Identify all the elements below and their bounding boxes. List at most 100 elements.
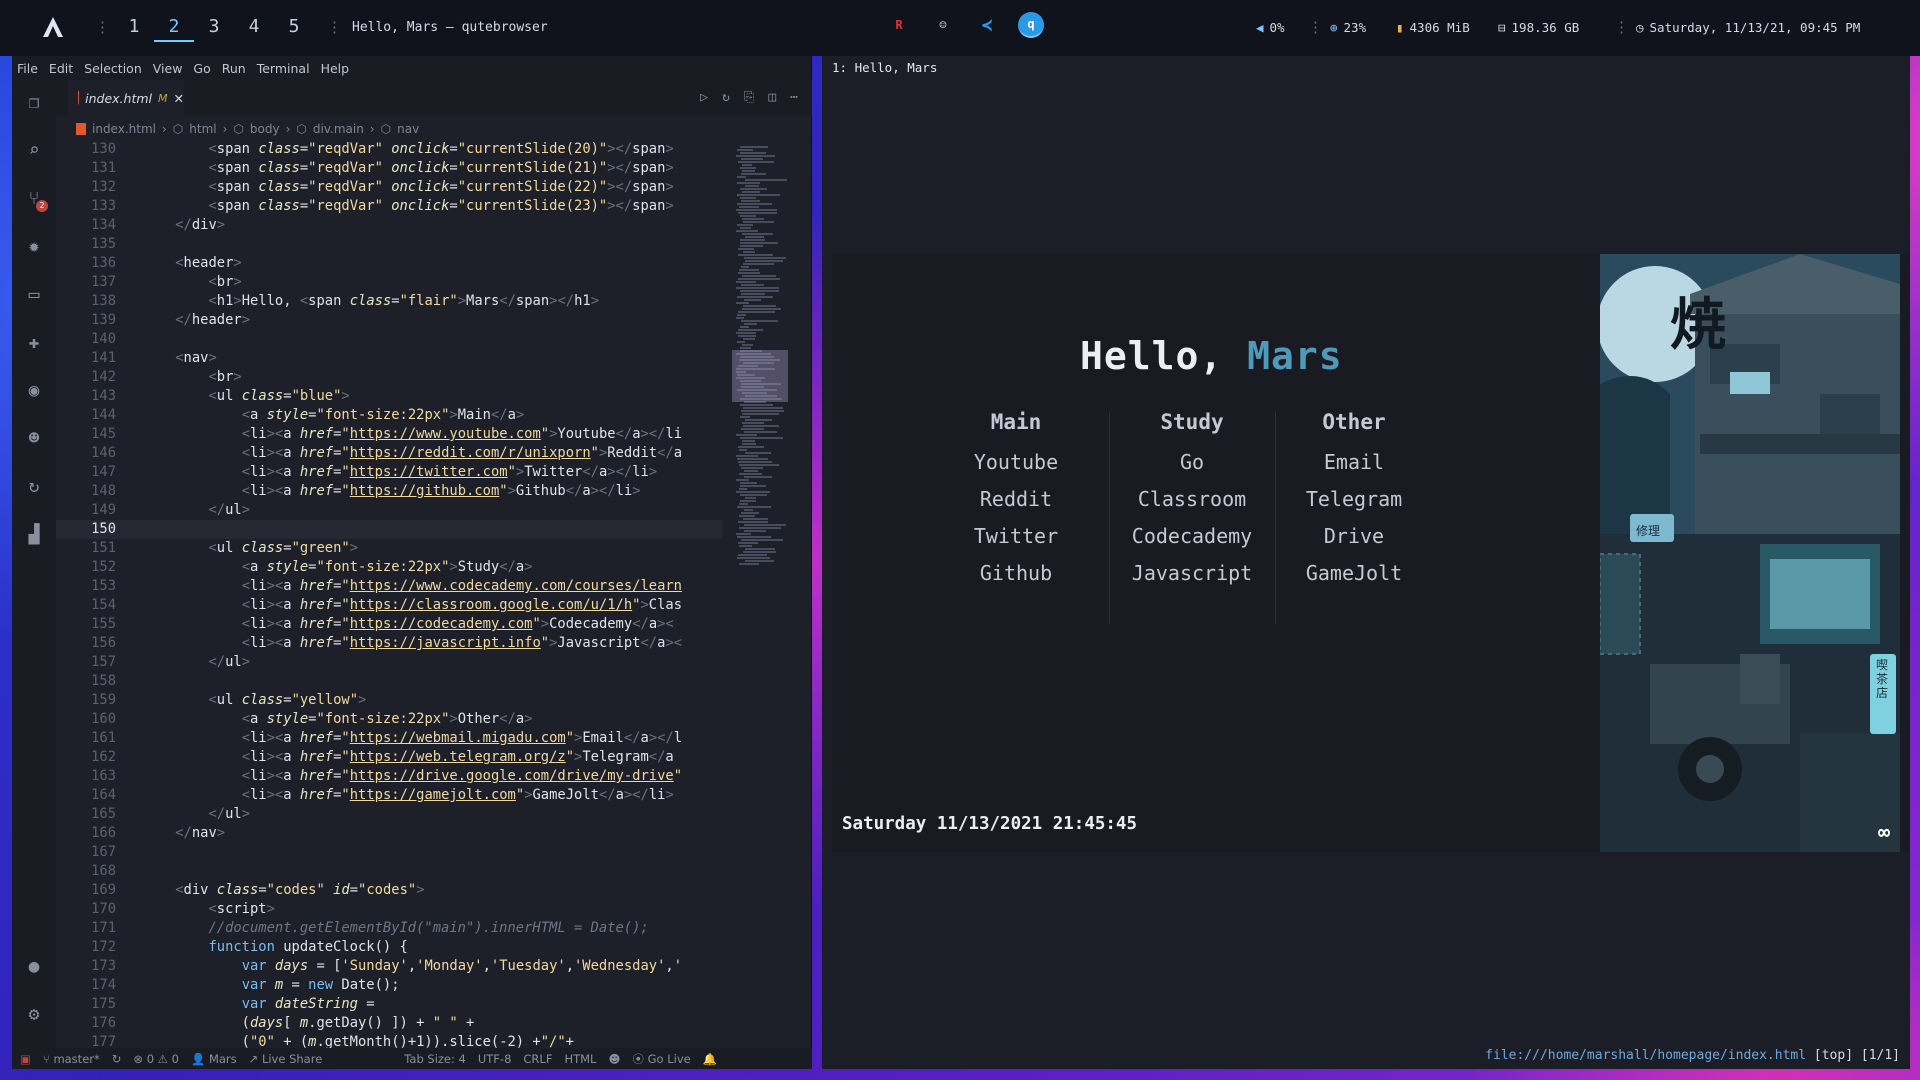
minimap-line [744,509,753,511]
code-line: 167 [91,844,116,860]
pixel-art-scene: 焼 [1600,254,1900,852]
link-drive[interactable]: Drive [1294,518,1414,555]
minimap-line [743,551,776,553]
nav-study: Study Go Classroom Codecademy Javascript [1122,410,1262,592]
bell-icon[interactable]: 🔔 [703,1052,717,1066]
heading-prefix: Hello, [1080,334,1248,378]
docker-icon[interactable]: ▟ [22,522,46,546]
page-url[interactable]: file:///home/marshall/homepage/index.htm… [1485,1048,1806,1063]
menu-file[interactable]: File [17,61,38,76]
compare-icon[interactable]: ⎘ [744,90,754,105]
minimap[interactable] [732,140,798,980]
discord-icon[interactable]: ☺ [930,12,956,38]
workspace-1[interactable]: 1 [114,16,154,42]
go-live-status[interactable]: ⦿ Go Live [632,1051,690,1067]
link-javascript[interactable]: Javascript [1122,555,1262,592]
crumb-html[interactable]: html [189,122,216,136]
code-line: 173 var days = ['Sunday','Monday','Tuesd… [91,958,682,974]
link-codecademy[interactable]: Codecademy [1122,518,1262,555]
workspace-3[interactable]: 3 [194,16,234,42]
menu-selection[interactable]: Selection [84,61,142,76]
html-file-icon [76,123,86,135]
menu-help[interactable]: Help [321,61,350,76]
live-share-icon[interactable]: ↻ [22,474,46,498]
explorer-icon[interactable]: ❐ [22,90,46,114]
menu-edit[interactable]: Edit [49,61,73,76]
vscode-icon[interactable]: ≺ [974,12,1000,38]
live-share-status[interactable]: ↗ Live Share [249,1052,323,1066]
pixel-art-image[interactable]: 焼 修理 喫茶店 ∞ [1600,254,1900,852]
debug-icon[interactable]: ✹ [22,234,46,258]
workspace-2[interactable]: 2 [154,16,194,42]
crumb-nav[interactable]: nav [397,122,419,136]
arch-logo-icon[interactable] [42,16,64,38]
minimap-line [744,530,766,532]
sync-icon[interactable]: ↻ [112,1052,122,1066]
code-editor[interactable]: 130 <span class="reqdVar" onclick="curre… [56,140,722,1048]
close-icon[interactable]: ✕ [174,91,184,106]
link-twitter[interactable]: Twitter [956,518,1076,555]
link-reddit[interactable]: Reddit [956,481,1076,518]
link-classroom[interactable]: Classroom [1122,481,1262,518]
tab-size-status[interactable]: Tab Size: 4 [404,1052,466,1066]
tab-index-html[interactable]: index.html M ✕ [68,80,184,116]
minimap-line [740,188,767,190]
menu-go[interactable]: Go [193,61,210,76]
source-control-icon[interactable]: ⑂ 2 [22,186,48,212]
split-editor-icon[interactable]: ◫ [768,90,776,105]
code-line: 143 <ul class="blue"> [91,388,350,404]
minimap-viewport[interactable] [732,350,788,402]
volume-indicator[interactable]: ◀ 0% [1256,20,1285,35]
redmi-icon[interactable]: R [886,12,912,38]
minimap-line [737,557,770,559]
crumb-file[interactable]: index.html [92,122,156,136]
browser-status-bar: file:///home/marshall/homepage/index.htm… [1485,1048,1900,1063]
menu-run[interactable]: Run [222,61,246,76]
user-status[interactable]: 👤 Mars [191,1052,237,1066]
link-github[interactable]: Github [956,555,1076,592]
minimap-line [736,155,775,157]
more-actions-icon[interactable]: ⋯ [790,90,798,105]
settings-gear-icon[interactable]: ⚙ [22,1002,46,1026]
menu-terminal[interactable]: Terminal [257,61,310,76]
workspace-4[interactable]: 4 [234,16,274,42]
link-youtube[interactable]: Youtube [956,444,1076,481]
link-gamejolt[interactable]: GameJolt [1294,555,1414,592]
language-status[interactable]: HTML [564,1052,596,1066]
code-line: 166 </nav> [91,825,226,841]
code-line: 154 <li><a href="https://classroom.googl… [91,597,683,613]
account-icon[interactable]: ● [22,954,46,978]
refresh-icon[interactable]: ↻ [722,90,730,105]
link-email[interactable]: Email [1294,444,1414,481]
crumb-div-main[interactable]: div.main [313,122,364,136]
run-icon[interactable]: ▷ [700,90,708,105]
minimap-line [740,326,749,328]
copilot-icon[interactable]: ☻ [22,426,46,450]
minimap-line [745,260,783,262]
code-line: 170 <script> [91,901,275,917]
qutebrowser-icon[interactable]: q [1018,12,1044,38]
menu-view[interactable]: View [153,61,183,76]
crumb-body[interactable]: body [250,122,280,136]
github-icon[interactable]: ◉ [22,378,46,402]
workspace-5[interactable]: 5 [274,16,314,42]
copilot-status-icon[interactable]: ☻ [608,1052,620,1066]
encoding-status[interactable]: UTF-8 [478,1052,512,1066]
minimap-line [736,533,751,535]
remote-explorer-icon[interactable]: ▭ [22,282,46,306]
clock-indicator[interactable]: ◷ Saturday, 11/13/21, 09:45 PM [1636,20,1860,35]
link-telegram[interactable]: Telegram [1294,481,1414,518]
search-icon[interactable]: ⌕ [22,138,46,162]
code-line: 145 <li><a href="https://www.youtube.com… [91,426,683,442]
problems-status[interactable]: ⊗ 0 ⚠ 0 [133,1052,179,1066]
extensions-icon[interactable]: ✚ [22,330,46,354]
minimap-line [740,227,751,229]
minimap-line [743,305,776,307]
browser-tab[interactable]: 1: Hello, Mars [832,60,937,75]
link-go[interactable]: Go [1122,444,1262,481]
remote-icon[interactable]: ▣ [20,1052,31,1066]
editor-actions: ▷ ↻ ⎘ ◫ ⋯ [700,90,798,105]
user-name: Mars [208,1051,237,1066]
branch-status[interactable]: ⑂ master* [43,1052,100,1066]
eol-status[interactable]: CRLF [523,1052,552,1066]
